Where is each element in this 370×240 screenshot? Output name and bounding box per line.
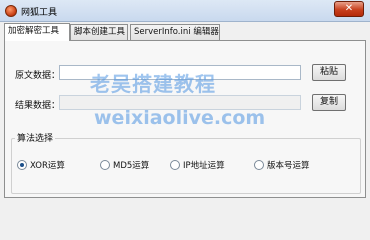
title-bar[interactable]: 网狐工具 ✕ xyxy=(0,0,370,22)
radio-unselected-icon xyxy=(170,160,180,170)
result-data-label: 结果数据： xyxy=(15,101,61,111)
copy-button[interactable]: 复制 xyxy=(312,94,346,111)
close-button[interactable]: ✕ xyxy=(334,1,364,17)
radio-unselected-icon xyxy=(254,160,264,170)
fox-app-icon xyxy=(5,5,17,17)
paste-button[interactable]: 粘贴 xyxy=(312,64,346,81)
source-data-input[interactable] xyxy=(59,65,301,80)
radio-version[interactable]: 版本号运算 xyxy=(254,159,310,171)
window-title: 网狐工具 xyxy=(21,8,58,18)
radio-selected-icon xyxy=(17,160,27,170)
radio-md5[interactable]: MD5运算 xyxy=(100,159,149,171)
algorithm-group-title: 算法选择 xyxy=(15,131,56,144)
tab-script-creator[interactable]: 脚本创建工具 xyxy=(70,24,128,40)
source-data-label: 原文数据： xyxy=(15,71,61,81)
radio-xor-label: XOR运算 xyxy=(30,161,65,171)
radio-ip[interactable]: IP地址运算 xyxy=(170,159,225,171)
radio-ip-label: IP地址运算 xyxy=(183,161,225,171)
radio-md5-label: MD5运算 xyxy=(113,161,150,171)
result-data-output[interactable] xyxy=(59,95,301,110)
radio-unselected-icon xyxy=(100,160,110,170)
radio-xor[interactable]: XOR运算 xyxy=(17,159,65,171)
tab-panel: 原文数据： 粘贴 结果数据： 复制 算法选择 XOR运算 MD5运算 IP地址运… xyxy=(4,40,366,198)
tab-encrypt-decrypt[interactable]: 加密解密工具 xyxy=(4,23,70,41)
radio-version-label: 版本号运算 xyxy=(267,161,310,171)
tab-serverinfo-editor[interactable]: ServerInfo.ini 编辑器 xyxy=(130,24,220,40)
